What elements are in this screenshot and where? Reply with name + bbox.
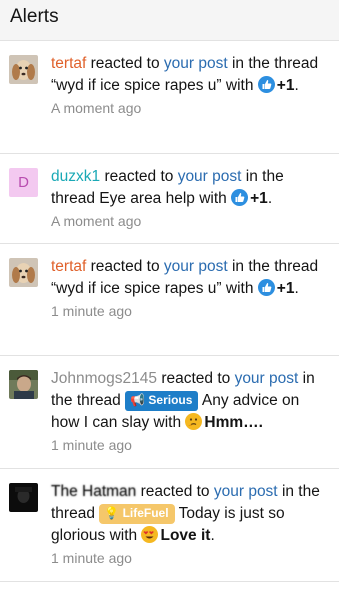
alert-mid: in the thread [231,258,319,275]
post-link[interactable]: your post [164,55,228,72]
alert-item[interactable]: D duzxk1 reacted to your post in the thr… [0,154,339,244]
thread-prefix-label[interactable]: 📢 Serious [125,391,199,411]
username-link[interactable]: tertaf [51,258,86,275]
reaction-label: +1 [250,190,268,207]
post-link[interactable]: your post [214,483,278,500]
alert-with: with [109,527,138,544]
avatar[interactable] [9,55,38,84]
alert-mid: in the thread [231,55,319,72]
thumbs-up-icon [257,279,275,296]
post-link[interactable]: your post [164,258,228,275]
reaction-label: +1 [276,280,295,297]
prefix-text: LifeFuel [122,506,169,520]
alert-text: tertaf reacted to your post in the threa… [51,55,319,94]
alert-item[interactable]: The Hatman reacted to your post in the t… [0,469,339,582]
alert-item[interactable]: tertaf reacted to your post in the threa… [0,244,339,356]
dark-avatar-icon [9,483,38,512]
thread-link[interactable]: “wyd if ice spice rapes u” [51,77,222,94]
alert-with: with [153,414,182,431]
alert-text: Johnmogs2145 reacted to your post in the… [51,368,329,434]
avatar[interactable] [9,370,38,399]
alert-item[interactable]: Johnmogs2145 reacted to your post in the… [0,356,339,469]
reaction-label: +1 [276,77,295,94]
thread-link[interactable]: Eye area help [99,190,195,207]
timestamp: 1 minute ago [51,303,132,319]
alert-item[interactable]: tertaf reacted to your post in the threa… [0,41,339,154]
prefix-text: Serious [148,393,193,407]
thread-prefix-label[interactable]: 💡 LifeFuel [99,504,175,524]
alert-verb: reacted to [90,258,160,275]
thumbs-up-icon [257,76,275,93]
alert-verb: reacted to [161,370,231,387]
timestamp: 1 minute ago [51,437,132,453]
username-link[interactable]: Johnmogs2145 [51,370,157,387]
alert-with: with [225,280,254,297]
avatar[interactable] [9,483,38,512]
thread-link[interactable]: “wyd if ice spice rapes u” [51,280,222,297]
post-link[interactable]: your post [235,370,299,387]
alert-with: with [199,190,227,207]
alerts-header: Alerts [0,0,339,41]
portrait-avatar-icon [9,370,38,399]
alert-with: with [225,77,254,94]
reaction-label: Hmm…. [204,414,263,431]
alert-text: The Hatman reacted to your post in the t… [51,483,320,544]
alert-verb: reacted to [90,55,160,72]
username-link[interactable]: duzxk1 [51,168,100,185]
megaphone-icon: 📢 [130,393,146,407]
avatar[interactable] [9,258,38,287]
avatar[interactable]: D [9,168,38,197]
dog-avatar-icon [9,55,38,84]
avatar-letter: D [18,174,29,191]
heart-eyes-icon [141,526,159,543]
timestamp: A moment ago [51,213,142,229]
timestamp: A moment ago [51,100,142,116]
lightbulb-icon: 💡 [104,506,120,520]
alert-verb: reacted to [140,483,210,500]
alert-text: duzxk1 reacted to your post in the threa… [51,168,284,207]
post-link[interactable]: your post [178,168,242,185]
username-link[interactable]: tertaf [51,55,86,72]
alert-text: tertaf reacted to your post in the threa… [51,258,319,297]
thinking-face-icon [185,413,203,430]
dog-avatar-icon [9,258,38,287]
username-link[interactable]: The Hatman [51,483,136,500]
timestamp: 1 minute ago [51,550,132,566]
alert-verb: reacted to [104,168,174,185]
page-title: Alerts [10,6,59,27]
reaction-label: Love it [160,527,211,544]
thumbs-up-icon [231,189,249,206]
